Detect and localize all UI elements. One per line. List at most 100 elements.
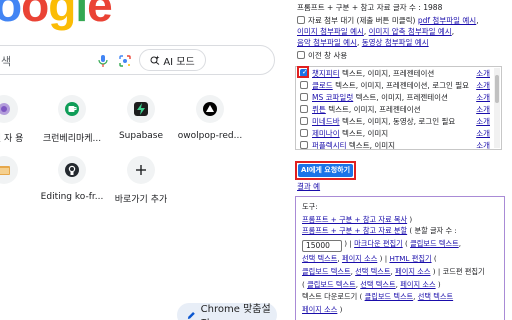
add-shortcut-tile[interactable]: 바로가기 추가 <box>101 156 181 216</box>
ask-ai-button[interactable]: AI에게 요청하기 <box>298 164 353 177</box>
clipboard-text-link[interactable]: 클립보드 텍스트 <box>365 292 414 301</box>
page-source-link[interactable]: 페이지 소스 <box>400 280 435 289</box>
tools-punct: ( <box>433 254 437 263</box>
split-count-label: ( 분할 글자 수 : <box>409 226 457 235</box>
list-item[interactable]: 클로드 텍스트, 이미지, 프레젠테이션, 로그인 필요 소개 <box>300 81 490 93</box>
selected-text-link[interactable]: 선택 텍스트 <box>360 280 395 289</box>
list-item[interactable]: 미네드바 텍스트, 이미지, 동영상, 로그인 필요 소개 <box>300 117 490 129</box>
ai-checkbox[interactable] <box>300 141 308 149</box>
bubble-icon <box>0 95 18 123</box>
tools-line: 페이지 소스 ) <box>302 305 342 314</box>
ai-name-link[interactable]: 퍼플렉시티 <box>312 141 347 149</box>
tools-line: ( 클립보드 텍스트, 선택 텍스트, 페이지 소스 ) <box>302 280 441 289</box>
ai-name-link[interactable]: MS 코파일럿 <box>312 93 353 102</box>
attach-wait-checkbox[interactable] <box>297 16 305 24</box>
shortcut-tile[interactable]: owolpop-red... <box>170 95 250 155</box>
prev-window-row: 이전 창 사용 <box>297 51 347 61</box>
ai-name-link[interactable]: 미네드바 <box>312 117 340 126</box>
ai-mode-button[interactable]: AI 모드 <box>139 49 206 71</box>
github-icon <box>58 156 86 184</box>
shortcut-tile[interactable]: Supabase <box>101 95 181 155</box>
ai-desc: 텍스트, 이미지, 동영상, 로그인 필요 <box>342 117 456 126</box>
split-count-input[interactable]: 15000 <box>302 240 342 252</box>
shortcut-label: 바로가기 추가 <box>114 195 168 205</box>
search-input-text[interactable]: 색 <box>1 53 11 69</box>
selected-text-link[interactable]: 선택 텍스트 <box>418 292 453 301</box>
ai-checkbox[interactable] <box>300 93 308 101</box>
customize-chrome-button[interactable]: Chrome 맞춤설정 <box>177 303 277 320</box>
list-item[interactable]: 뤼튼 텍스트, 이미지, 프레젠테이션 소개 <box>300 105 490 117</box>
ai-service-list[interactable]: 챗지피티 텍스트, 이미지, 프레젠테이션 소개 클로드 텍스트, 이미지, 프… <box>295 66 502 150</box>
about-link[interactable]: 소개 <box>476 129 490 139</box>
ai-desc: 텍스트, 이미지, 프레젠테이션 <box>355 93 448 102</box>
zip-example-link[interactable]: 이미지 압축 첨부파일 예시 <box>369 27 452 36</box>
list-item[interactable]: MS 코파일럿 텍스트, 이미지, 프레젠테이션 소개 <box>300 93 490 105</box>
ai-checkbox[interactable] <box>300 105 308 113</box>
supabase-bolt-icon <box>127 95 155 123</box>
shortcut-label: Editing ko-fr... <box>40 192 104 202</box>
folder-icon <box>0 156 18 184</box>
shortcut-label: owolpop-red... <box>177 131 243 141</box>
ai-name-link[interactable]: 뤼튼 <box>312 105 326 114</box>
ai-name-link[interactable]: 챗지피티 <box>312 69 340 78</box>
selected-text-link[interactable]: 선택 텍스트 <box>355 267 390 276</box>
list-scrollbar-thumb[interactable] <box>495 75 499 103</box>
checkbox-highlight <box>297 66 309 78</box>
google-lens-icon[interactable] <box>118 54 132 68</box>
ai-checkbox[interactable] <box>300 81 308 89</box>
pdf-example-link[interactable]: pdf 첨부파일 예시 <box>418 16 476 25</box>
ai-checkbox[interactable] <box>300 117 308 125</box>
about-link[interactable]: 소개 <box>476 69 490 79</box>
tools-punct: ) <box>339 305 343 314</box>
shortcut-label: Supabase <box>118 131 164 141</box>
tools-punct: ) <box>409 215 413 224</box>
microphone-icon[interactable] <box>96 54 110 68</box>
ai-name-link[interactable]: 제미나이 <box>312 129 340 138</box>
list-item[interactable]: 퍼플렉시티 텍스트, 이미지 소개 <box>300 141 490 150</box>
ai-desc: 텍스트, 이미지 <box>348 141 396 150</box>
clipboard-text-link[interactable]: 클립보드 텍스트 <box>307 280 356 289</box>
search-box[interactable]: 색 AI 모드 <box>0 45 275 75</box>
split-prompt-link[interactable]: 프롬프트 + 구분 + 참고 자료 분할 <box>302 226 407 235</box>
tools-punct: , <box>395 280 398 289</box>
shortcut-tile[interactable]: Editing ko-fr... <box>32 156 112 216</box>
markdown-editor-link[interactable]: 마크다운 편집기 <box>354 239 403 248</box>
image-example-link[interactable]: 이미지 첨부파일 예시 <box>297 27 364 36</box>
copy-prompt-link[interactable]: 프롬프트 + 구분 + 참고 자료 복사 <box>302 215 407 224</box>
html-editor-link[interactable]: HTML 편집기 <box>389 254 431 263</box>
page-source-link[interactable]: 페이지 소스 <box>395 267 430 276</box>
video-example-link[interactable]: 동영상 첨부파일 예시 <box>362 38 429 47</box>
audio-example-link[interactable]: 음악 첨부파일 예시 <box>297 38 357 47</box>
attach-wait-row: 자료 첨부 대기 (제출 버튼 미클릭) pdf 첨부파일 예시, <box>297 16 479 26</box>
clipboard-text-link[interactable]: 클립보드 텍스트 <box>302 267 351 276</box>
ai-mode-label: AI 모드 <box>163 56 195 68</box>
tools-line: 텍스트 다운로드기 ( 클립보드 텍스트, 선택 텍스트 <box>302 292 453 301</box>
plus-icon <box>127 156 155 184</box>
about-link[interactable]: 소개 <box>476 117 490 127</box>
tools-punct: , <box>355 280 358 289</box>
attach-wait-label: 자료 첨부 대기 (제출 버튼 미클릭) <box>308 16 416 25</box>
extension-panel: 프롬프트 + 구분 + 참고 자료 글자 수 : 1988 자료 첨부 대기 (… <box>287 0 512 320</box>
ai-checkbox[interactable] <box>300 129 308 137</box>
tools-line: 프롬프트 + 구분 + 참고 자료 복사 ) <box>302 215 412 224</box>
result-example-link[interactable]: 결과 예 <box>297 182 320 192</box>
about-link[interactable]: 소개 <box>476 105 490 115</box>
tools-box: 도구: 프롬프트 + 구분 + 참고 자료 복사 ) 프롬프트 + 구분 + 참… <box>295 196 505 320</box>
about-link[interactable]: 소개 <box>476 93 490 103</box>
prev-window-checkbox[interactable] <box>297 51 305 59</box>
about-link[interactable]: 소개 <box>476 141 490 149</box>
selected-text-link[interactable]: 선택 텍스트 <box>302 254 337 263</box>
shortcut-tile[interactable]: 크런베리마케... <box>32 95 112 155</box>
about-link[interactable]: 소개 <box>476 81 490 91</box>
ai-name-link[interactable]: 클로드 <box>312 81 333 90</box>
tools-punct: ( <box>359 292 363 301</box>
google-logo[interactable]: oogle <box>0 0 113 32</box>
list-item[interactable]: 챗지피티 텍스트, 이미지, 프레젠테이션 소개 <box>300 69 490 81</box>
tools-line: 프롬프트 + 구분 + 참고 자료 분할 ( 분할 글자 수 : <box>302 226 457 235</box>
ai-desc: 텍스트, 이미지, 프레젠테이션, 로그인 필요 <box>335 81 470 90</box>
clipboard-text-link[interactable]: 클립보드 텍스트 <box>410 239 459 248</box>
tools-punct: ( <box>302 280 305 289</box>
page-source-link[interactable]: 페이지 소스 <box>342 254 377 263</box>
page-source-link[interactable]: 페이지 소스 <box>302 305 337 314</box>
list-item[interactable]: 제미나이 텍스트, 이미지 소개 <box>300 129 490 141</box>
